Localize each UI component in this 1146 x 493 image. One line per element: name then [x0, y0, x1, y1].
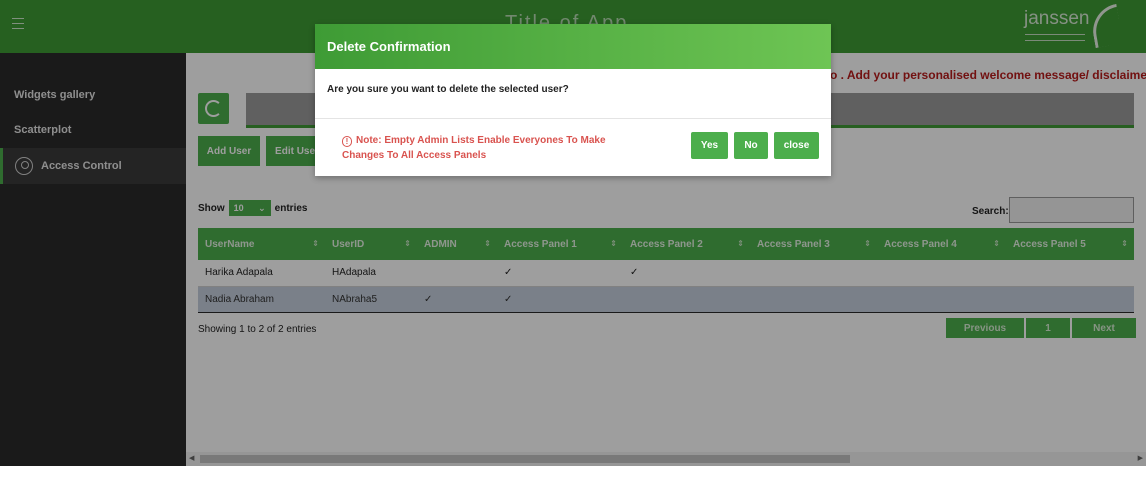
dialog-message: Are you sure you want to delete the sele… [315, 69, 831, 119]
yes-button[interactable]: Yes [691, 132, 728, 159]
note-line-1: Note: Empty Admin Lists Enable Everyones… [356, 135, 606, 146]
warning-icon: ! [342, 136, 352, 147]
close-button[interactable]: close [774, 132, 819, 159]
page-bottom [0, 466, 1146, 493]
note-line-2: Changes To All Access Panels [342, 150, 487, 161]
dialog-title: Delete Confirmation [315, 24, 831, 69]
dialog-footer: ! Note: Empty Admin Lists Enable Everyone… [315, 119, 831, 176]
delete-confirmation-dialog: Delete Confirmation Are you sure you wan… [315, 24, 831, 176]
no-button[interactable]: No [734, 132, 768, 159]
admin-note: ! Note: Empty Admin Lists Enable Everyone… [342, 133, 642, 163]
app-window: Title of App janssen Widgets gallery Sca… [0, 0, 1146, 493]
